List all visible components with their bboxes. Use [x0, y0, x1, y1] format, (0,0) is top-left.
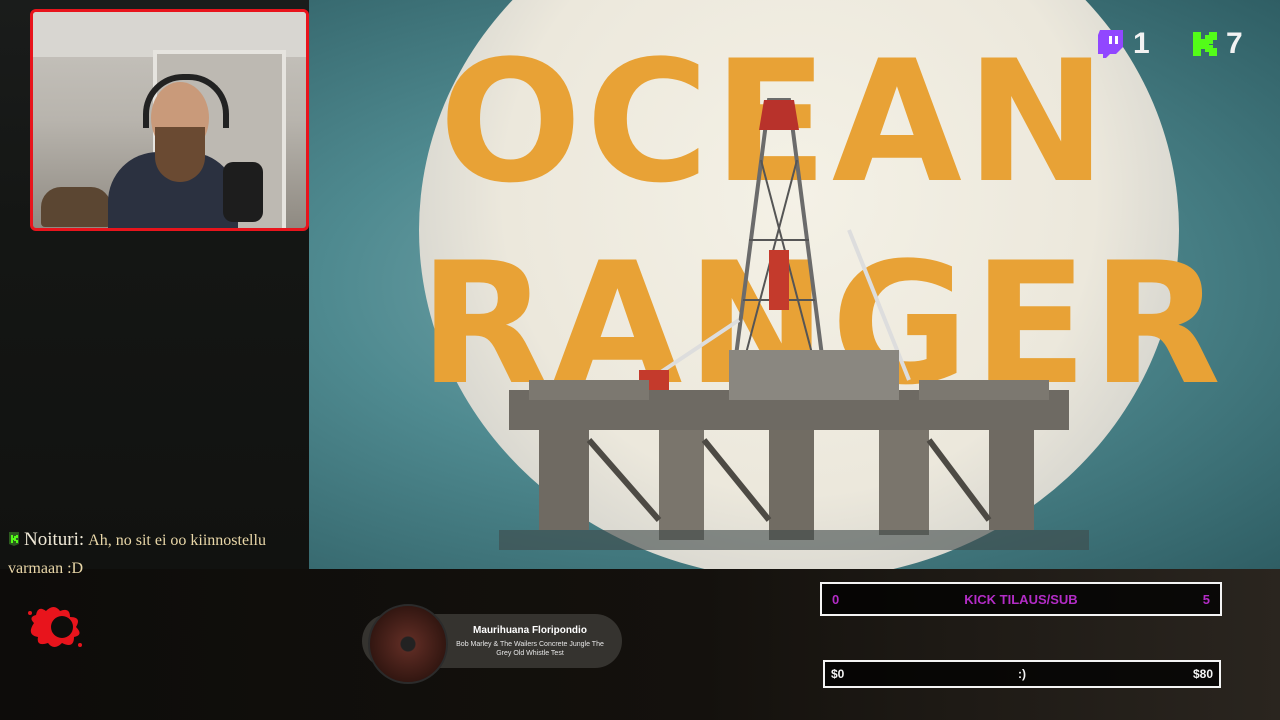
kick-logo-icon	[1193, 32, 1217, 56]
microphone	[223, 162, 263, 222]
kick-viewer-count: 7	[1192, 27, 1243, 61]
now-playing-title: Maurihuana Floripondio	[473, 625, 587, 636]
chat-message: Noituri: Ah, no sit ei oo kiinnostellu va…	[8, 526, 306, 583]
webcam-bag	[41, 187, 111, 227]
kick-badge-icon	[9, 532, 19, 546]
twitch-count: 1	[1133, 27, 1150, 60]
donation-goal-bar: $0 :) $80	[823, 660, 1221, 688]
chat-feed: Noituri: Ah, no sit ei oo kiinnostellu va…	[8, 526, 306, 583]
twitch-logo-icon	[1098, 30, 1123, 58]
album-art-icon	[368, 604, 448, 684]
chat-author: Noituri:	[24, 529, 85, 550]
webcam-frame	[30, 9, 309, 231]
twitch-viewer-count: 1	[1097, 27, 1150, 61]
kick-count: 7	[1226, 27, 1243, 60]
streamer-beard	[155, 127, 205, 182]
blood-splatter-icon	[28, 607, 82, 647]
kick-sub-goal-bar: 0 KICK TILAUS/SUB 5	[820, 582, 1222, 616]
oil-rig-illustration	[499, 98, 1089, 550]
main-video: OCEAN RANGER	[309, 0, 1280, 569]
goal-label: KICK TILAUS/SUB	[964, 591, 1078, 607]
donation-label: :)	[1018, 667, 1026, 681]
now-playing-subtitle: Bob Marley & The Wailers Concrete Jungle…	[456, 641, 604, 657]
